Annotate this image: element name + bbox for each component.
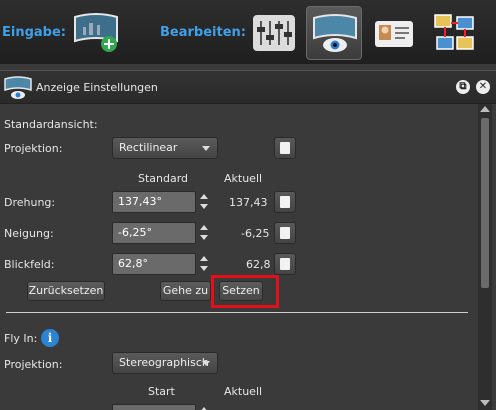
tilt-label: Neigung: <box>4 227 54 240</box>
projection-value: Rectilinear <box>119 141 178 154</box>
copy-tilt-button[interactable] <box>274 222 296 244</box>
column-start-header: Start <box>148 385 175 398</box>
tilt-input[interactable]: -6,25° <box>112 222 196 244</box>
info-icon[interactable]: i <box>41 329 59 347</box>
rotation-input[interactable]: 137,43° <box>112 191 196 213</box>
copy-icon <box>280 256 293 270</box>
copy-icon <box>280 225 293 239</box>
panel-header: Anzeige Einstellungen ⧉ ✕ <box>0 70 496 104</box>
field-of-view-label: Blickfeld: <box>4 258 55 271</box>
standard-view-label: Standardansicht: <box>4 118 98 131</box>
copy-icon <box>280 194 293 208</box>
copy-projection-button[interactable] <box>274 137 296 159</box>
fly-in-projection-value: Stereographisch <box>119 356 209 369</box>
stepper-up-icon[interactable] <box>200 194 208 199</box>
fly-in-label: Fly In: <box>4 332 38 345</box>
vertical-scrollbar[interactable] <box>478 104 492 410</box>
stepper-up-icon[interactable] <box>200 225 208 230</box>
field-of-view-current: 62,8 <box>246 258 271 271</box>
stepper-down-icon[interactable] <box>200 204 208 209</box>
fly-in-column-current-header: Aktuell <box>224 385 263 398</box>
column-standard-header: Standard <box>138 172 189 185</box>
chevron-down-icon <box>202 146 210 151</box>
id-card-icon <box>375 21 413 47</box>
layout-button[interactable] <box>426 6 482 60</box>
fly-in-projection-label: Projektion: <box>4 358 63 371</box>
rotation-label: Drehung: <box>4 196 56 209</box>
rotation-current: 137,43 <box>229 196 268 209</box>
reset-button[interactable]: Zurücksetzen <box>27 281 105 301</box>
stepper-down-icon[interactable] <box>200 235 208 240</box>
restore-icon[interactable]: ⧉ <box>456 80 470 94</box>
highlight-box <box>211 275 279 308</box>
add-image-icon <box>74 13 118 52</box>
close-icon[interactable]: ✕ <box>476 80 490 94</box>
main-toolbar: Eingabe: Bearbeiten: <box>0 0 496 64</box>
fly-in-projection-dropdown[interactable]: Stereographisch <box>112 352 218 374</box>
layout-icon <box>434 14 474 50</box>
sliders-button[interactable] <box>246 6 302 60</box>
stepper-up-icon[interactable] <box>200 256 208 261</box>
panel-title: Anzeige Einstellungen <box>36 81 158 94</box>
scroll-thumb[interactable] <box>481 118 489 288</box>
scroll-up-icon[interactable] <box>480 106 490 112</box>
panorama-view-icon <box>313 14 357 52</box>
tilt-current: -6,25 <box>241 227 270 240</box>
panorama-view-icon <box>4 76 32 99</box>
projection-dropdown[interactable]: Rectilinear <box>112 137 218 159</box>
copy-field-of-view-button[interactable] <box>274 253 296 275</box>
stepper-down-icon[interactable] <box>200 266 208 271</box>
section-divider <box>6 312 468 313</box>
fly-in-start-input[interactable] <box>112 404 196 410</box>
field-of-view-stepper[interactable] <box>197 253 211 275</box>
scroll-down-icon[interactable] <box>480 400 490 406</box>
panorama-view-button[interactable] <box>306 6 362 60</box>
tilt-stepper[interactable] <box>197 222 211 244</box>
fly-in-start-stepper[interactable] <box>197 404 211 410</box>
copy-rotation-button[interactable] <box>274 191 296 213</box>
id-card-button[interactable] <box>366 6 422 60</box>
edit-label: Bearbeiten: <box>160 25 246 40</box>
rotation-stepper[interactable] <box>197 191 211 213</box>
chevron-down-icon <box>202 361 210 366</box>
sliders-icon <box>253 15 295 51</box>
field-of-view-input[interactable]: 62,8° <box>112 253 196 275</box>
input-label: Eingabe: <box>2 25 66 40</box>
goto-button[interactable]: Gehe zu <box>160 281 211 301</box>
projection-label: Projektion: <box>4 142 63 155</box>
copy-icon <box>280 140 293 154</box>
add-image-button[interactable] <box>68 6 124 60</box>
column-current-header: Aktuell <box>224 172 263 185</box>
